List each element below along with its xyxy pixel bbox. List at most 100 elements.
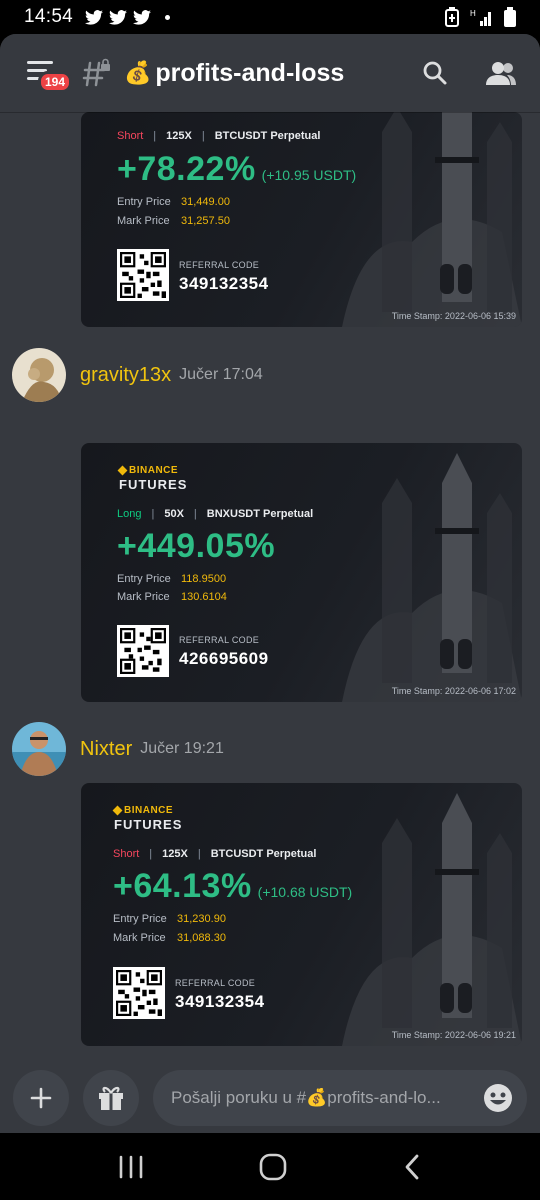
mark-price: 31,088.30 bbox=[177, 932, 226, 944]
gift-icon bbox=[99, 1086, 123, 1110]
qr-code-icon bbox=[120, 628, 166, 674]
binance-futures-logo: BINANCE FUTURES bbox=[117, 465, 187, 492]
mark-price-row: Mark Price 31,257.50 bbox=[117, 215, 230, 227]
referral-code: 349132354 bbox=[175, 992, 265, 1011]
referral-label: REFERRAL CODE bbox=[179, 635, 260, 645]
hamburger-icon bbox=[27, 61, 53, 64]
rocket-graphic bbox=[342, 453, 522, 702]
qr-code bbox=[117, 625, 169, 677]
referral-label: REFERRAL CODE bbox=[179, 260, 260, 270]
entry-price-row: Entry Price 118.9500 bbox=[117, 573, 226, 585]
emoji-icon[interactable] bbox=[483, 1083, 513, 1113]
search-icon[interactable] bbox=[422, 60, 448, 86]
author-name[interactable]: gravity13x bbox=[80, 364, 171, 387]
message-composer bbox=[0, 1062, 540, 1133]
trading-pair: BTCUSDT Perpetual bbox=[210, 848, 317, 860]
twitter-icon bbox=[133, 9, 152, 25]
referral-code: 349132354 bbox=[179, 274, 269, 293]
leverage: 50X bbox=[164, 508, 184, 520]
trading-pair: BTCUSDT Perpetual bbox=[214, 130, 321, 142]
add-attachment-button[interactable] bbox=[13, 1069, 69, 1126]
gift-button[interactable] bbox=[83, 1069, 139, 1126]
svg-text:H: H bbox=[470, 9, 476, 18]
position-side: Long bbox=[117, 508, 142, 520]
unread-badge: 194 bbox=[38, 71, 73, 93]
trade-info: Short | 125X | BTCUSDT Perpetual bbox=[113, 848, 316, 860]
futures-pnl-card[interactable]: Short | 125X | BTCUSDT Perpetual +78.22%… bbox=[81, 112, 522, 327]
message-header: Nixter Jučer 19:21 bbox=[12, 722, 224, 776]
leverage: 125X bbox=[162, 848, 188, 860]
position-side: Short bbox=[117, 130, 144, 142]
author-name[interactable]: Nixter bbox=[80, 738, 132, 761]
rocket-graphic bbox=[342, 112, 522, 327]
pnl-percent: +64.13% bbox=[113, 867, 252, 905]
mark-price-label: Mark Price bbox=[113, 932, 166, 944]
rocket-graphic bbox=[342, 793, 522, 1046]
mark-price-row: Mark Price 31,088.30 bbox=[113, 932, 226, 944]
time-stamp: Time Stamp: 2022-06-06 17:02 bbox=[391, 686, 516, 696]
home-icon[interactable] bbox=[259, 1153, 287, 1181]
header-actions bbox=[422, 60, 516, 86]
system-nav-bar bbox=[0, 1133, 540, 1200]
mark-price-label: Mark Price bbox=[117, 591, 170, 603]
avatar[interactable] bbox=[12, 722, 66, 776]
members-icon[interactable] bbox=[486, 60, 516, 86]
battery-icon bbox=[504, 7, 516, 27]
menu-button[interactable]: 194 bbox=[24, 55, 73, 93]
mark-price: 31,257.50 bbox=[181, 215, 230, 227]
qr-code bbox=[117, 249, 169, 301]
pnl-usdt: (+10.95 USDT) bbox=[261, 167, 357, 183]
binance-logo-icon bbox=[112, 805, 123, 816]
pnl: +78.22% (+10.95 USDT) bbox=[117, 150, 356, 189]
user-avatar-image bbox=[12, 348, 66, 402]
pnl-percent: +449.05% bbox=[117, 527, 276, 565]
entry-price: 118.9500 bbox=[181, 573, 227, 585]
entry-price-row: Entry Price 31,230.90 bbox=[113, 913, 226, 925]
message-header: gravity13x Jučer 17:04 bbox=[12, 348, 263, 402]
channel-header: 194 💰 profits-and-loss bbox=[0, 34, 540, 112]
futures-pnl-card[interactable]: BINANCE FUTURES Short | 125X | BTCUSDT P… bbox=[81, 783, 522, 1046]
divider: | bbox=[153, 130, 157, 142]
channel-title: 💰 profits-and-loss bbox=[124, 59, 344, 88]
time-stamp: Time Stamp: 2022-06-06 19:21 bbox=[391, 1030, 516, 1040]
divider: | bbox=[201, 130, 205, 142]
status-time: 14:54 bbox=[24, 6, 74, 27]
pnl-percent: +78.22% bbox=[117, 150, 256, 188]
twitter-icon bbox=[85, 9, 104, 25]
status-bar: 14:54 H bbox=[0, 0, 540, 34]
entry-price-label: Entry Price bbox=[117, 573, 171, 585]
qr-code-icon bbox=[120, 252, 166, 298]
referral-code: 426695609 bbox=[179, 649, 269, 668]
plus-icon bbox=[30, 1087, 52, 1108]
divider: | bbox=[149, 848, 153, 860]
message-input-container[interactable] bbox=[153, 1069, 527, 1126]
divider: | bbox=[193, 508, 197, 520]
battery-saver-icon bbox=[445, 7, 459, 27]
back-icon[interactable] bbox=[402, 1153, 422, 1181]
qr-code-icon bbox=[116, 970, 162, 1016]
qr-code bbox=[113, 967, 165, 1019]
entry-price: 31,230.90 bbox=[177, 913, 226, 925]
channel-name: profits-and-loss bbox=[155, 58, 345, 87]
trading-pair: BNXUSDT Perpetual bbox=[206, 508, 314, 520]
pnl: +64.13% (+10.68 USDT) bbox=[113, 867, 352, 906]
money-bag-icon: 💰 bbox=[124, 60, 152, 85]
divider: | bbox=[151, 508, 155, 520]
futures-pnl-card[interactable]: BINANCE FUTURES Long | 50X | BNXUSDT Per… bbox=[81, 443, 522, 702]
recent-apps-icon[interactable] bbox=[118, 1155, 144, 1179]
message-list[interactable]: Short | 125X | BTCUSDT Perpetual +78.22%… bbox=[0, 112, 540, 1062]
more-notifications-dot bbox=[165, 14, 171, 20]
avatar[interactable] bbox=[12, 348, 66, 402]
trade-info: Short | 125X | BTCUSDT Perpetual bbox=[117, 130, 320, 142]
pnl: +449.05% bbox=[117, 527, 275, 566]
signal-icon: H bbox=[470, 9, 491, 26]
status-right-icons: H bbox=[444, 7, 516, 27]
entry-price-row: Entry Price 31,449.00 bbox=[117, 196, 230, 208]
leverage: 125X bbox=[166, 130, 192, 142]
position-side: Short bbox=[113, 848, 140, 860]
brand-bottom: FUTURES bbox=[114, 817, 183, 832]
notification-icons bbox=[85, 9, 171, 25]
mark-price-row: Mark Price 130.6104 bbox=[117, 591, 227, 603]
brand-top: BINANCE bbox=[129, 465, 179, 476]
message-input[interactable] bbox=[171, 1087, 483, 1108]
